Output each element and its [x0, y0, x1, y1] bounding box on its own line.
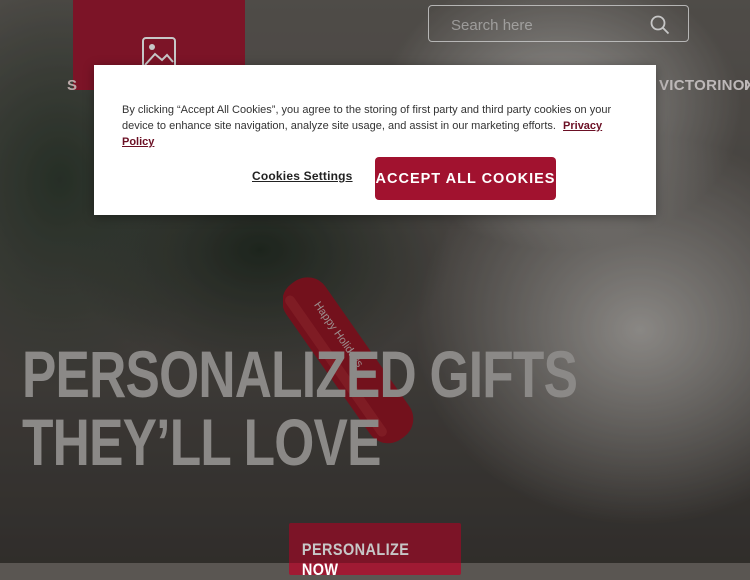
cookies-settings-button[interactable]: Cookies Settings: [252, 169, 353, 183]
cookie-message-text: By clicking “Accept All Cookies”, you ag…: [122, 104, 612, 132]
cookie-message: By clicking “Accept All Cookies”, you ag…: [122, 102, 632, 150]
accept-all-cookies-button[interactable]: ACCEPT ALL COOKIES: [375, 157, 556, 200]
